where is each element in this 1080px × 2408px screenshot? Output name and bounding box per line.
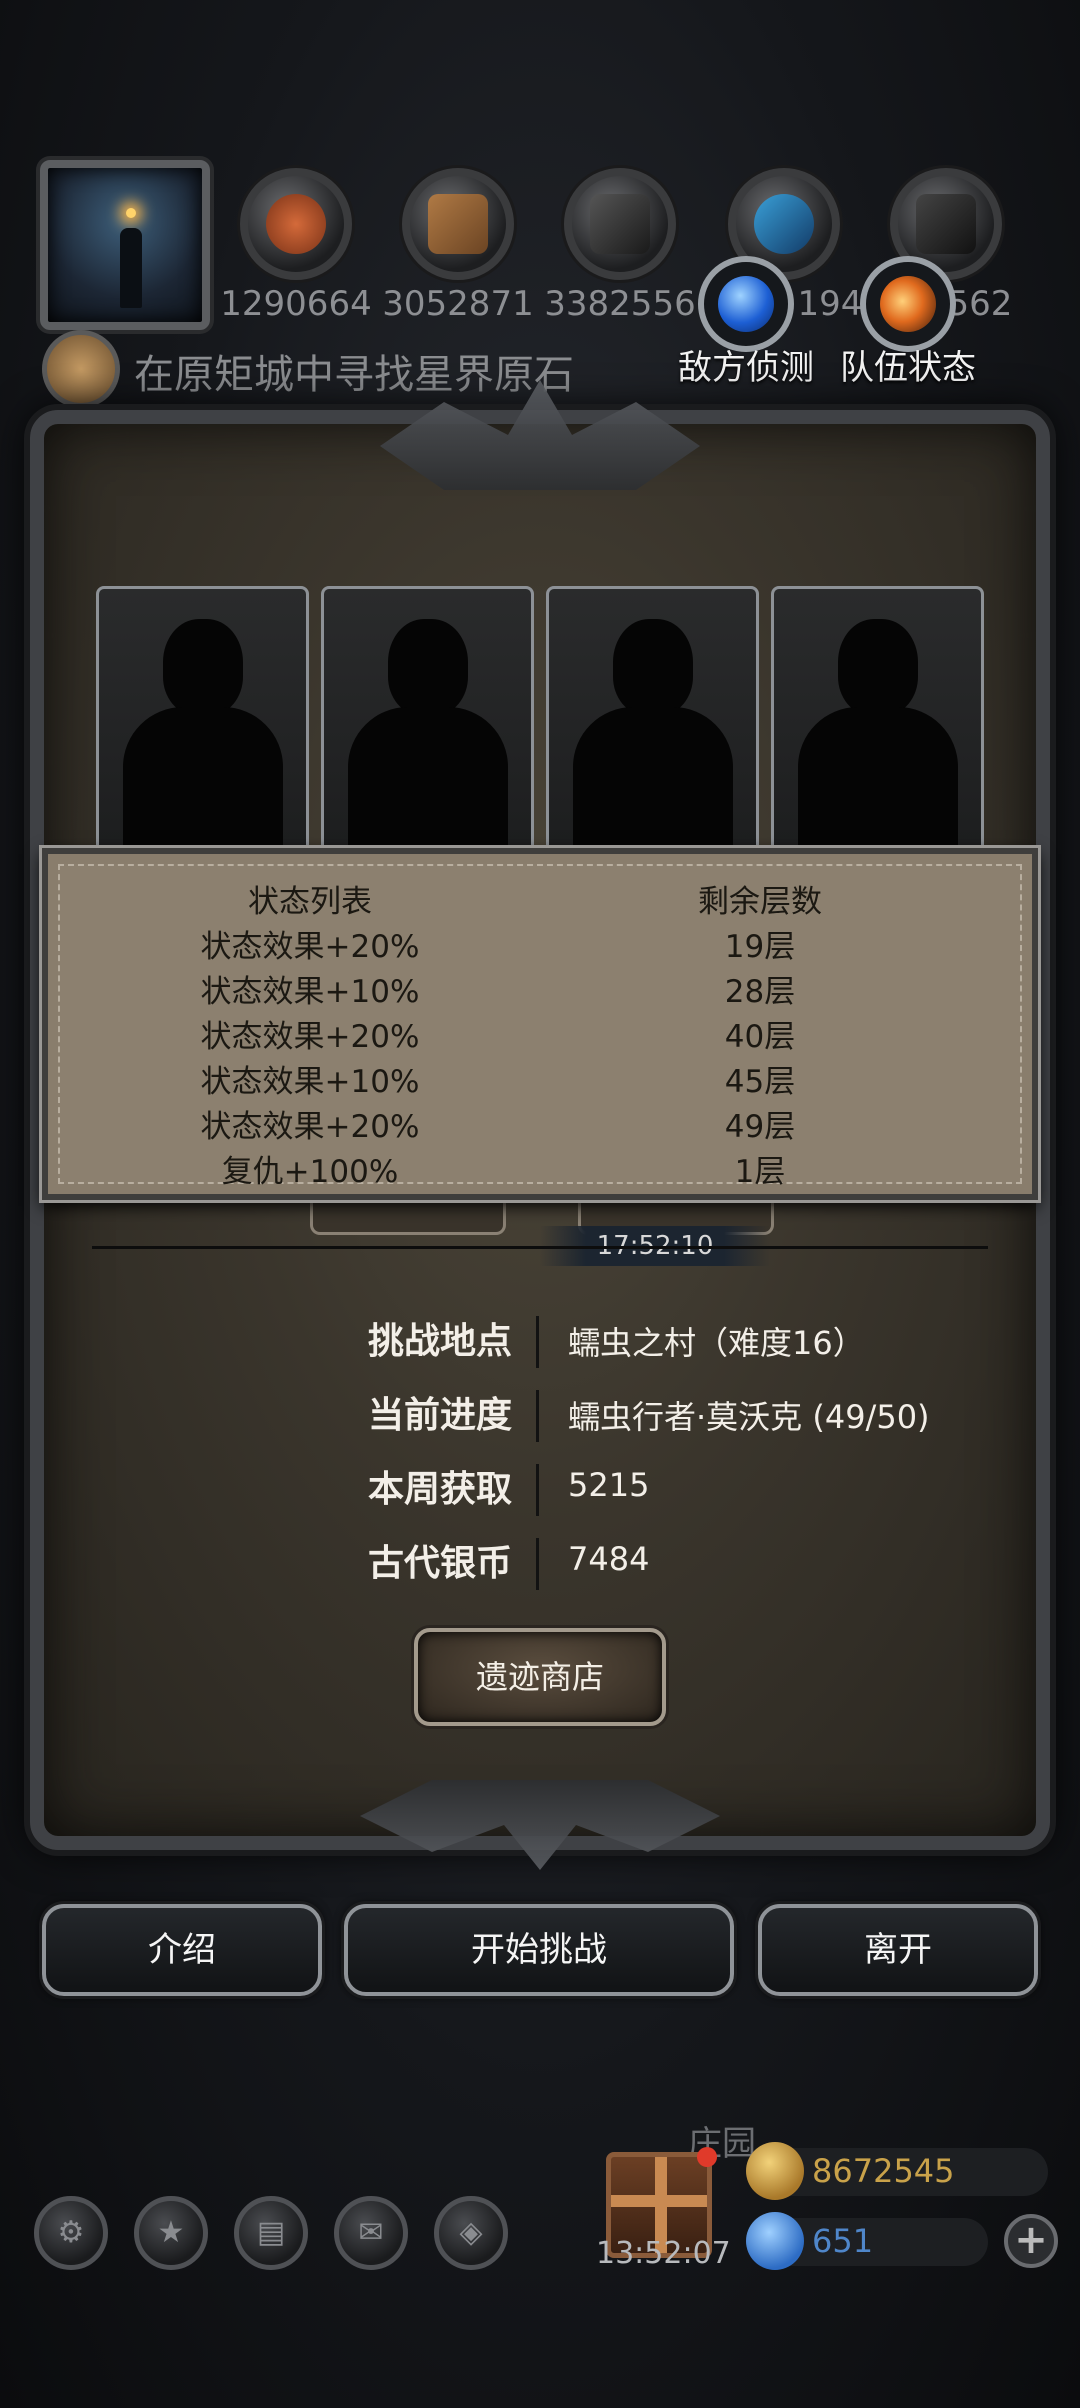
status-layers: 49层: [724, 1109, 796, 1145]
scroll-icon[interactable]: [42, 330, 120, 408]
mail-icon[interactable]: ✉: [334, 2196, 408, 2270]
meat-value: 1290664: [220, 284, 372, 324]
player-portrait[interactable]: [40, 160, 210, 330]
dragon-crest-ornament-bottom: [360, 1780, 720, 1870]
status-layers: 1层: [734, 1154, 786, 1190]
iron-value: 3382556: [544, 284, 696, 324]
gem-counter[interactable]: 651: [746, 2212, 988, 2270]
status-row: 复仇+100% 1层: [60, 1146, 1020, 1190]
status-effect: 状态效果+20%: [200, 1019, 420, 1055]
gem-icon: [746, 2212, 804, 2270]
status-row: 状态效果+20% 19层: [60, 921, 1020, 965]
status-tooltip-inner: 状态列表 剩余层数 状态效果+20% 19层 状态效果+10% 28层 状态效果…: [58, 864, 1022, 1190]
star-icon[interactable]: ★: [134, 2196, 208, 2270]
separator: [536, 1316, 539, 1368]
team-status-label: 队伍状态: [840, 348, 976, 388]
status-effect: 复仇+100%: [221, 1154, 399, 1190]
gift-ribbon: [611, 2195, 707, 2207]
gold-counter[interactable]: 8672545: [746, 2142, 1048, 2200]
team-slot[interactable]: [96, 586, 309, 846]
silhouette-icon: [837, 619, 918, 715]
weekly-row: 本周获取 5215: [0, 1460, 1080, 1520]
flame-icon: [880, 276, 936, 332]
weekly-value: 5215: [568, 1466, 650, 1504]
location-value: 蠕虫之村（难度16）: [568, 1324, 865, 1362]
silhouette-body: [572, 707, 733, 846]
book-icon[interactable]: ▤: [234, 2196, 308, 2270]
wood-value: 3052871: [382, 284, 534, 324]
status-effect: 状态效果+20%: [200, 1109, 420, 1145]
notification-dot: [697, 2147, 717, 2167]
team-slot[interactable]: [321, 586, 534, 846]
start-challenge-button[interactable]: 开始挑战: [344, 1904, 734, 1996]
radar-orb-icon: [718, 276, 774, 332]
silver-coin-value: 7484: [568, 1540, 650, 1578]
status-layers: 28层: [724, 974, 796, 1010]
status-row: 状态效果+10% 45层: [60, 1056, 1020, 1100]
character-silhouette: [120, 228, 142, 308]
team-status-button[interactable]: [860, 256, 956, 352]
silver-coin-row: 古代银币 7484: [0, 1534, 1080, 1594]
quest-text[interactable]: 在原矩城中寻找星界原石: [134, 342, 574, 400]
leave-button[interactable]: 离开: [758, 1904, 1038, 1996]
team-slot[interactable]: [546, 586, 759, 846]
divider: [92, 1246, 988, 1249]
silhouette-body: [797, 707, 958, 846]
gold-coin-icon: [746, 2142, 804, 2200]
silhouette-icon: [387, 619, 468, 715]
ruins-shop-button[interactable]: 遗迹商店: [414, 1628, 666, 1726]
silhouette-icon: [612, 619, 693, 715]
gem-amount: 651: [812, 2222, 874, 2260]
meat-icon[interactable]: [240, 168, 352, 280]
status-header: 状态列表 剩余层数: [60, 876, 1020, 920]
gift-timer: 13:52:07: [596, 2236, 731, 2271]
silhouette-body: [122, 707, 283, 846]
status-effect: 状态效果+20%: [200, 929, 420, 965]
add-gem-button[interactable]: +: [1004, 2214, 1058, 2268]
status-effect: 状态效果+10%: [200, 974, 420, 1010]
settings-icon[interactable]: ⚙: [34, 2196, 108, 2270]
torch-icon: [126, 208, 136, 218]
status-layers: 40层: [724, 1019, 796, 1055]
progress-label: 当前进度: [367, 1395, 512, 1436]
silhouette-body: [347, 707, 508, 846]
separator: [536, 1390, 539, 1442]
remaining-layers-header: 剩余层数: [698, 884, 822, 920]
status-row: 状态效果+10% 28层: [60, 966, 1020, 1010]
gold-amount: 8672545: [812, 2152, 955, 2190]
separator: [536, 1464, 539, 1516]
status-layers: 45层: [724, 1064, 796, 1100]
status-row: 状态效果+20% 40层: [60, 1011, 1020, 1055]
intro-button[interactable]: 介绍: [42, 1904, 322, 1996]
status-effect: 状态效果+10%: [200, 1064, 420, 1100]
status-tooltip: 状态列表 剩余层数 状态效果+20% 19层 状态效果+10% 28层 状态效果…: [42, 848, 1038, 1200]
progress-value: 蠕虫行者·莫沃克 (49/50): [568, 1398, 930, 1436]
weekly-label: 本周获取: [367, 1469, 512, 1510]
dice-icon[interactable]: ◈: [434, 2196, 508, 2270]
progress-row: 当前进度 蠕虫行者·莫沃克 (49/50): [0, 1386, 1080, 1446]
location-row: 挑战地点 蠕虫之村（难度16）: [0, 1312, 1080, 1372]
hidden-button-left[interactable]: [310, 1196, 506, 1235]
location-label: 挑战地点: [367, 1321, 512, 1362]
status-layers: 19层: [724, 929, 796, 965]
silhouette-icon: [162, 619, 243, 715]
team-slot[interactable]: [771, 586, 984, 846]
iron-icon[interactable]: [564, 168, 676, 280]
status-list-header: 状态列表: [248, 884, 372, 920]
wood-icon[interactable]: [402, 168, 514, 280]
separator: [536, 1538, 539, 1590]
status-row: 状态效果+20% 49层: [60, 1101, 1020, 1145]
enemy-scout-button[interactable]: [698, 256, 794, 352]
silver-coin-label: 古代银币: [367, 1543, 512, 1584]
team-slots: [96, 586, 984, 846]
